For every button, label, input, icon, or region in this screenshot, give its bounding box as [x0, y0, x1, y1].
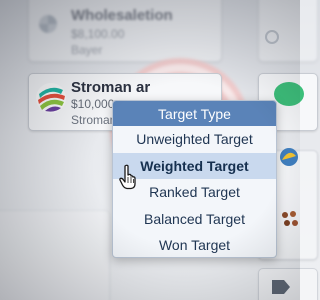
account-name: Stroman ar: [71, 79, 151, 96]
option-unweighted-target[interactable]: Unweighted Target: [113, 126, 276, 153]
company-logo-icon: [282, 211, 298, 226]
company-logo-icon: [265, 30, 279, 44]
company-logo-icon: [274, 82, 304, 106]
dropdown-header: Target Type: [113, 101, 276, 126]
background-card: [0, 210, 110, 300]
company-logo-icon: [39, 15, 57, 33]
company-logo-icon: [272, 280, 290, 294]
account-owner: Stroman: [71, 113, 117, 127]
option-won-target[interactable]: Won Target: [113, 232, 276, 257]
pointer-hand-icon: [119, 164, 136, 190]
account-card-top[interactable]: Wholesaletion $8,100.00 Bayer: [28, 0, 222, 62]
account-name: Wholesaletion: [71, 7, 173, 24]
company-logo-icon: [36, 83, 66, 113]
account-amount: $8,100.00: [71, 27, 125, 41]
account-amount: $10,000.: [71, 97, 118, 111]
account-owner: Bayer: [71, 43, 103, 57]
company-logo-icon: [280, 148, 298, 166]
option-balanced-target[interactable]: Balanced Target: [113, 206, 276, 233]
